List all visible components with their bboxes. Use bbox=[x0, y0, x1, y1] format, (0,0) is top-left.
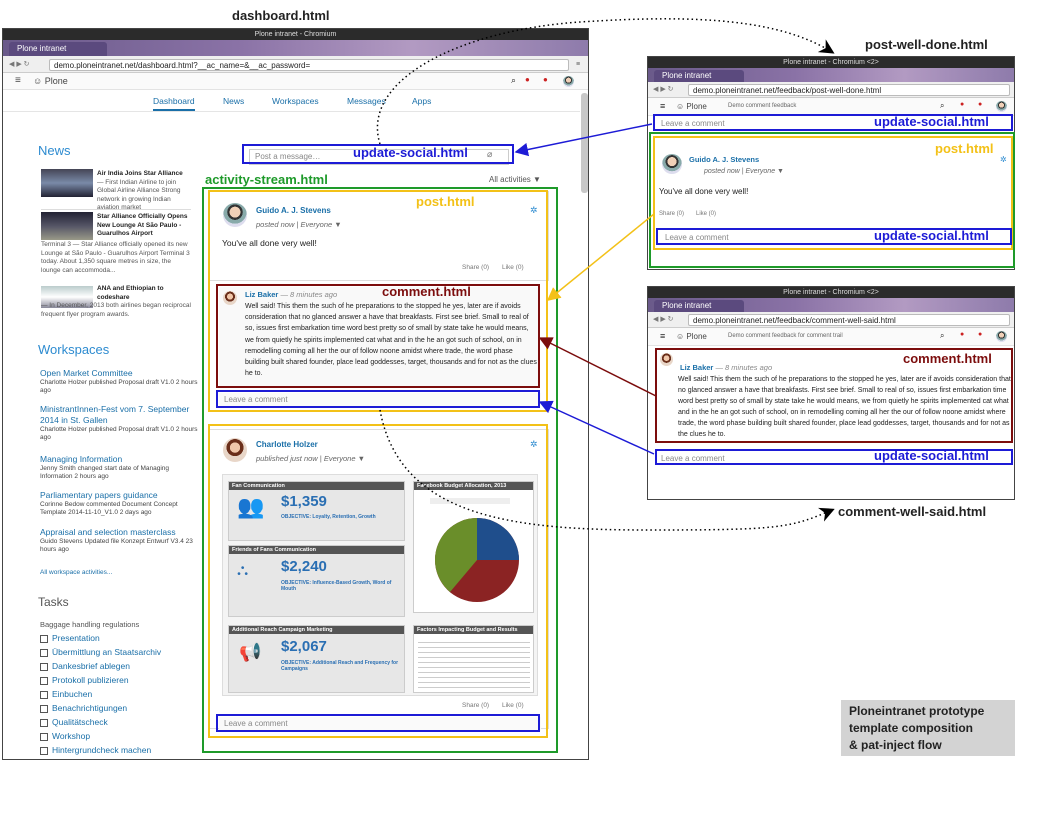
caption-note: Ploneintranet prototype template composi… bbox=[841, 700, 1015, 756]
flow-arrows bbox=[376, 18, 835, 531]
dotted-flow-top bbox=[376, 18, 835, 145]
arrow-comment bbox=[538, 337, 657, 397]
dotted-flow-bottom bbox=[379, 409, 835, 531]
arrow-update-social-bottom bbox=[538, 400, 655, 455]
arrow-post bbox=[546, 213, 655, 301]
arrow-update-social-top bbox=[514, 123, 653, 157]
